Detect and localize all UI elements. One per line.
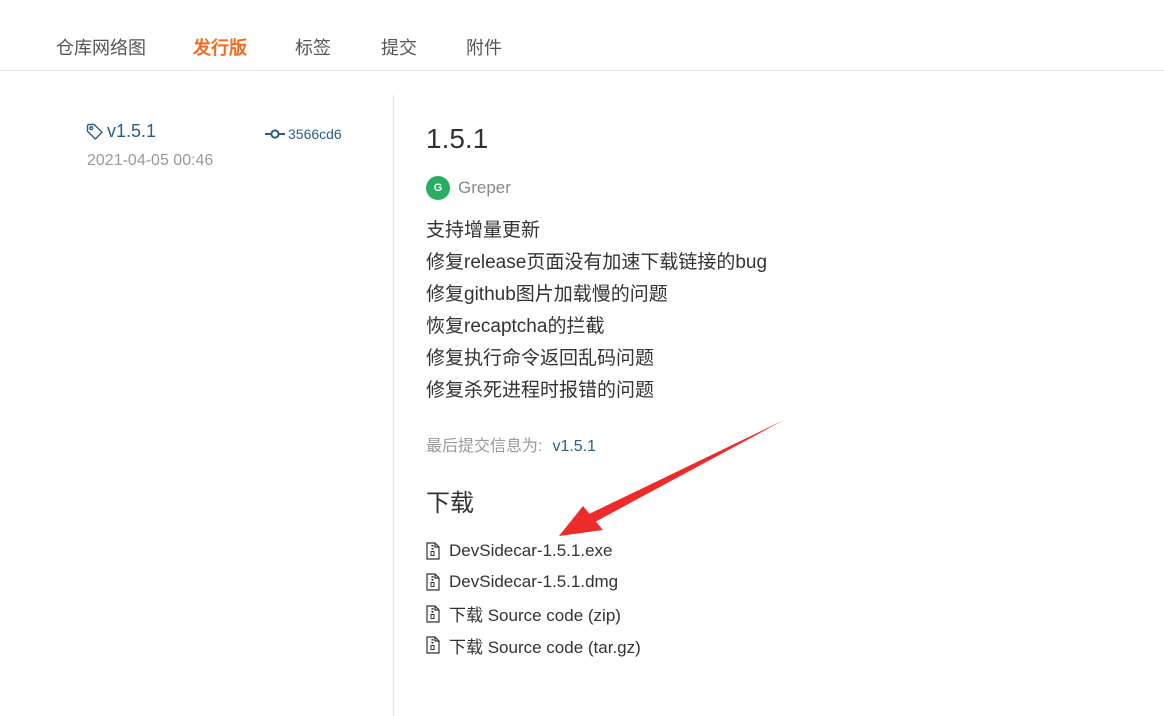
release-commit-hash: 3566cd6 — [288, 126, 342, 142]
download-list: DevSidecar-1.5.1.exe DevSidecar-1.5.1.dm… — [426, 535, 641, 661]
download-label: 下载 Source code (zip) — [449, 606, 621, 626]
avatar: G — [426, 176, 450, 200]
download-dmg-link[interactable]: DevSidecar-1.5.1.dmg — [426, 567, 641, 599]
release-note: 恢复recaptcha的拦截 — [426, 316, 605, 337]
author-name: Greper — [458, 178, 511, 197]
release-sidebar: v1.5.1 3566cd6 2021-04-05 00:46 — [0, 95, 394, 716]
last-commit-label: 最后提交信息为: — [426, 438, 543, 455]
download-source-zip-link[interactable]: 下载 Source code (zip) — [426, 598, 641, 630]
release-notes: 支持增量更新 修复release页面没有加速下载链接的bug 修复github图… — [426, 215, 767, 407]
tab-network[interactable]: 仓库网络图 — [56, 36, 146, 60]
tab-tags[interactable]: 标签 — [295, 36, 331, 60]
release-author[interactable]: G Greper — [426, 176, 511, 200]
release-date: 2021-04-05 00:46 — [87, 152, 214, 169]
commit-icon — [265, 129, 285, 139]
tab-attachments[interactable]: 附件 — [466, 36, 502, 60]
file-zip-icon — [426, 636, 440, 654]
release-note: 修复release页面没有加速下载链接的bug — [426, 252, 768, 273]
release-title: 1.5.1 — [426, 123, 489, 154]
tag-icon — [86, 123, 103, 140]
tab-commits[interactable]: 提交 — [381, 36, 417, 60]
file-zip-icon — [426, 573, 440, 591]
release-commit-link[interactable]: 3566cd6 — [265, 126, 342, 142]
annotation-arrow-icon — [559, 420, 784, 536]
release-note: 修复杀死进程时报错的问题 — [426, 380, 655, 401]
release-note: 修复执行命令返回乱码问题 — [426, 348, 655, 369]
file-zip-icon — [426, 605, 440, 623]
release-tag-link[interactable]: v1.5.1 — [86, 121, 156, 142]
download-label: DevSidecar-1.5.1.exe — [449, 540, 613, 560]
repo-tab-bar: 仓库网络图 发行版 标签 提交 附件 — [0, 0, 1164, 71]
release-tag-label: v1.5.1 — [107, 121, 157, 141]
release-note: 支持增量更新 — [426, 220, 541, 241]
downloads-heading: 下载 — [426, 490, 474, 517]
download-source-targz-link[interactable]: 下载 Source code (tar.gz) — [426, 630, 641, 662]
release-note: 修复github图片加载慢的问题 — [426, 284, 668, 305]
download-label: DevSidecar-1.5.1.dmg — [449, 572, 619, 592]
tab-releases[interactable]: 发行版 — [193, 36, 247, 60]
download-label: 下载 Source code (tar.gz) — [449, 637, 641, 657]
file-zip-icon — [426, 542, 440, 560]
